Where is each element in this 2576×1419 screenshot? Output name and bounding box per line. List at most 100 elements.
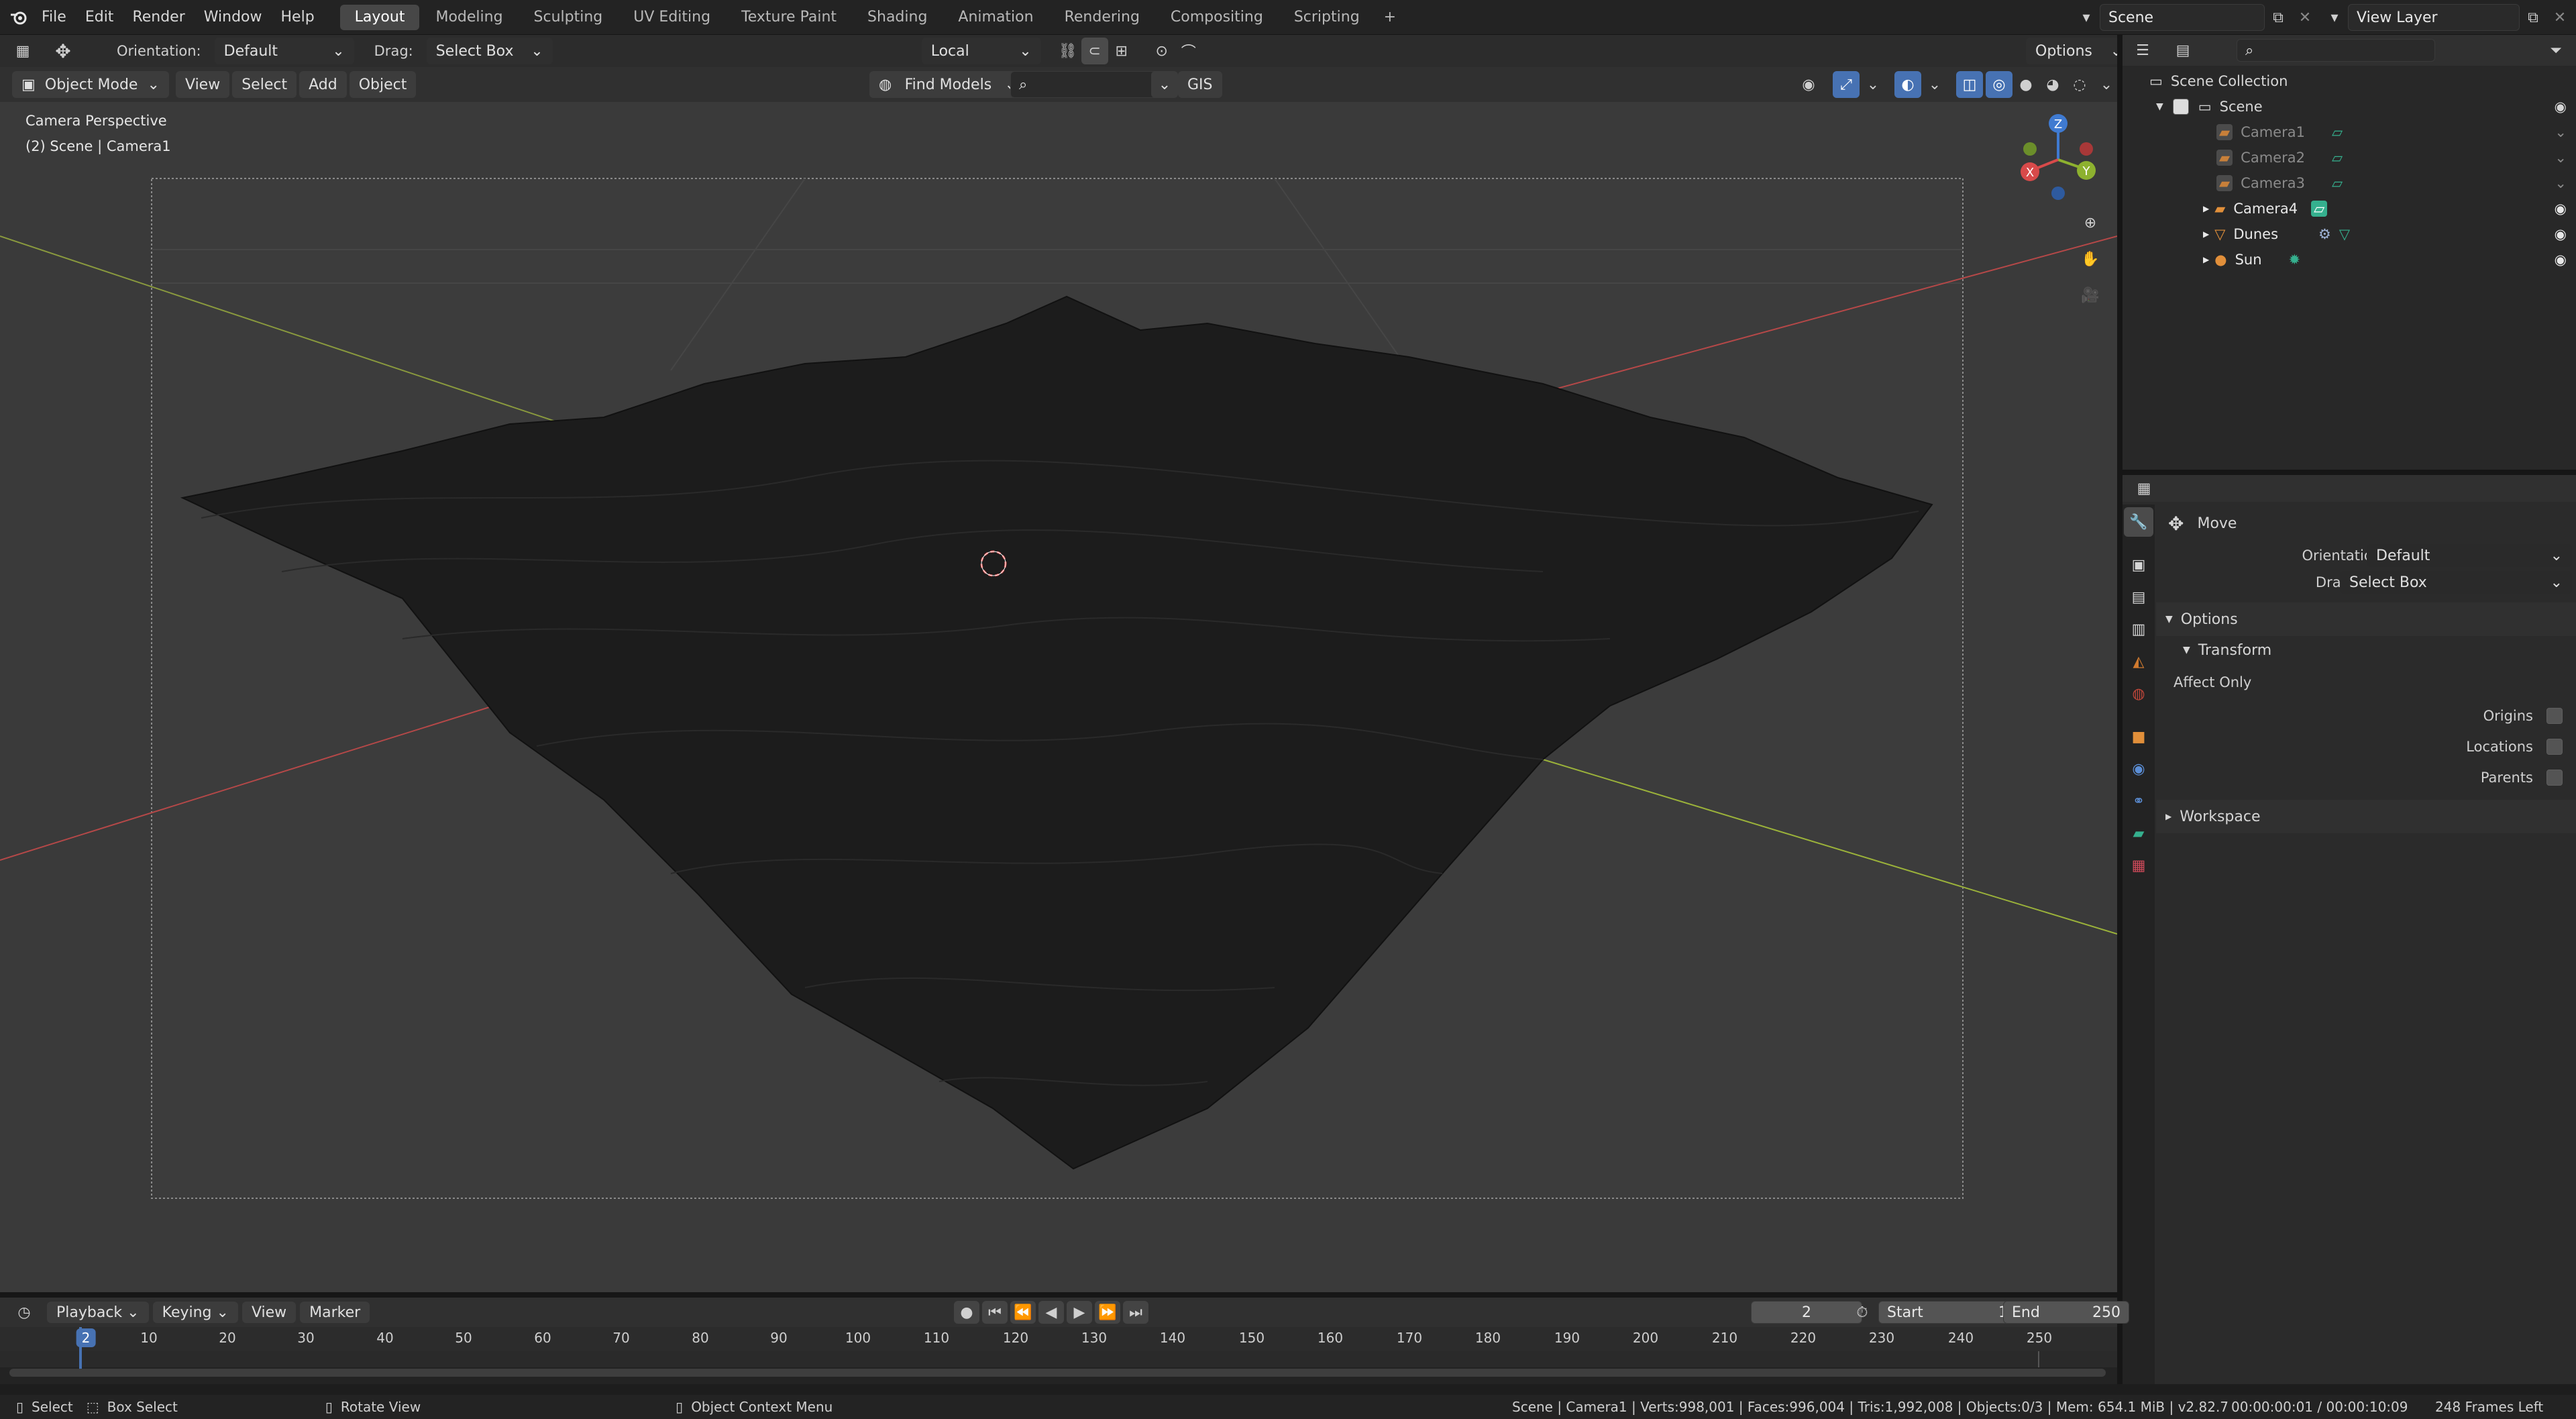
tool-tab-icon[interactable]: 🔧 — [2124, 507, 2153, 537]
orientation-prop-dropdown[interactable]: Default ⌄ — [2367, 544, 2572, 567]
tab-animation[interactable]: Animation — [943, 5, 1048, 30]
camera-data-tab-icon[interactable]: ▰ — [2124, 819, 2153, 848]
view-layer-icon[interactable]: ▾ — [2321, 4, 2348, 31]
neg-x-axis-handle[interactable] — [2080, 142, 2093, 156]
outliner-item-camera3[interactable]: ▰ Camera3 ▱ ⌄ — [2123, 170, 2576, 196]
current-frame-marker[interactable]: 2 — [76, 1328, 96, 1347]
view-layer-field[interactable]: View Layer — [2348, 4, 2520, 31]
properties-editor-icon[interactable]: ▦ — [2131, 475, 2157, 502]
tab-compositing[interactable]: Compositing — [1156, 5, 1278, 30]
blender-logo-icon[interactable] — [5, 4, 32, 31]
eye-icon[interactable]: ◉ — [2555, 252, 2567, 268]
mode-dropdown[interactable]: ▣ Object Mode ⌄ — [12, 71, 169, 98]
timeline-scrollbar[interactable] — [9, 1369, 2106, 1377]
outliner-scene-row[interactable]: ▼ ▭ Scene ◉ — [2123, 94, 2576, 119]
outliner-item-camera4[interactable]: ▶ ▰ Camera4 ▱ ◉ — [2123, 196, 2576, 221]
outliner-item-dunes[interactable]: ▶ ▽ Dunes ⚙ ▽ ◉ — [2123, 221, 2576, 247]
outliner-item-sun[interactable]: ▶ ● Sun ✹ ◉ — [2123, 247, 2576, 272]
expand-arrow-icon[interactable]: ▶ — [2203, 255, 2209, 264]
find-models-dropdown[interactable]: ◍Find Models⌄ — [869, 71, 1026, 98]
area-divider[interactable] — [2117, 35, 2123, 1384]
outliner-scene-collection[interactable]: ▭ Scene Collection — [2123, 68, 2576, 94]
eye-icon[interactable]: ◉ — [2555, 201, 2567, 217]
tab-rendering[interactable]: Rendering — [1050, 5, 1155, 30]
new-view-layer-icon[interactable]: ⧉ — [2520, 4, 2546, 31]
end-frame-field[interactable]: End 250 — [2003, 1301, 2129, 1324]
neg-y-axis-handle[interactable] — [2023, 142, 2037, 156]
physics-tab-icon[interactable]: ◉ — [2124, 754, 2153, 784]
options-panel-header[interactable]: ▼ Options — [2156, 602, 2576, 636]
scene-name-field[interactable]: Scene — [2100, 4, 2265, 31]
eye-icon[interactable]: ◉ — [2555, 226, 2567, 242]
locations-checkbox[interactable] — [2546, 739, 2563, 755]
gizmo-options-icon[interactable]: ⌄ — [1860, 71, 1886, 98]
expand-arrow-icon[interactable]: ▶ — [2203, 204, 2209, 213]
drag-prop-dropdown[interactable]: Select Box ⌄ — [2340, 571, 2572, 594]
marker-menu[interactable]: Marker — [300, 1302, 370, 1323]
play-reverse-icon[interactable]: ◀ — [1038, 1301, 1064, 1324]
start-frame-field[interactable]: Start1 — [1878, 1301, 2017, 1324]
zoom-icon[interactable]: ⊕ — [2077, 209, 2104, 236]
select-menu[interactable]: Select — [232, 71, 297, 98]
delete-view-layer-icon[interactable]: ✕ — [2546, 4, 2573, 31]
pan-hand-icon[interactable]: ✋ — [2077, 246, 2104, 272]
outliner-item-camera2[interactable]: ▰ Camera2 ▱ ⌄ — [2123, 145, 2576, 170]
falloff-icon[interactable]: ⌒ — [1175, 38, 1202, 64]
menu-render[interactable]: Render — [123, 0, 194, 35]
pivot-dropdown[interactable]: Local ⌄ — [921, 38, 1041, 64]
parents-checkbox[interactable] — [2546, 770, 2563, 786]
proportional-edit-icon[interactable]: ⊙ — [1148, 38, 1175, 64]
gizmo-toggle-icon[interactable]: ⤢ — [1833, 71, 1860, 98]
options-dropdown[interactable]: Options ⌄ — [2026, 38, 2132, 64]
scene-icon[interactable]: ▾ — [2073, 4, 2100, 31]
overlay-toggle-icon[interactable]: ◐ — [1894, 71, 1921, 98]
wireframe-shading-icon[interactable]: ◎ — [1986, 71, 2012, 98]
tab-scripting[interactable]: Scripting — [1279, 5, 1375, 30]
timeline-view-menu[interactable]: View — [241, 1302, 297, 1323]
origins-checkbox[interactable] — [2546, 708, 2563, 724]
overlay-options-icon[interactable]: ⌄ — [1921, 71, 1948, 98]
rendered-shading-icon[interactable]: ◌ — [2066, 71, 2093, 98]
next-keyframe-icon[interactable]: ⏩ — [1095, 1301, 1120, 1324]
search-options-button[interactable]: ⌄ — [1151, 71, 1178, 98]
transform-subpanel-header[interactable]: ▼ Transform — [2156, 636, 2576, 664]
record-icon[interactable]: ● — [954, 1301, 979, 1324]
timeline-editor-icon[interactable]: ◷ — [11, 1299, 38, 1326]
menu-help[interactable]: Help — [272, 0, 324, 35]
expand-triangle-icon[interactable]: ▼ — [2156, 101, 2163, 112]
drag-dropdown[interactable]: Select Box ⌄ — [426, 38, 553, 64]
add-menu[interactable]: Add — [299, 71, 347, 98]
navigation-gizmo[interactable]: Z Y X — [2012, 111, 2106, 205]
object-tab-icon[interactable]: ■ — [2124, 722, 2153, 751]
playback-menu[interactable]: Playback ⌄ — [47, 1302, 149, 1323]
tab-uv-editing[interactable]: UV Editing — [619, 5, 725, 30]
xray-icon[interactable]: ◫ — [1956, 71, 1983, 98]
keying-menu[interactable]: Keying ⌄ — [152, 1302, 238, 1323]
camera-view-icon[interactable]: 🎥 — [2077, 282, 2104, 309]
jump-end-icon[interactable]: ⏭ — [1123, 1301, 1148, 1324]
outliner-editor-icon[interactable]: ☰ — [2129, 37, 2156, 64]
tab-sculpting[interactable]: Sculpting — [519, 5, 618, 30]
snap-icon[interactable]: ⛓ — [1055, 38, 1081, 64]
hide-toggle-icon[interactable]: ⌄ — [2555, 175, 2567, 191]
menu-window[interactable]: Window — [195, 0, 272, 35]
outliner-properties-divider[interactable] — [2123, 470, 2576, 475]
render-tab-icon[interactable]: ▣ — [2124, 550, 2153, 580]
filter-icon[interactable]: ⏷ — [2542, 37, 2569, 64]
menu-edit[interactable]: Edit — [76, 0, 123, 35]
current-frame-field[interactable]: 2 — [1751, 1301, 1862, 1324]
solid-shading-icon[interactable]: ● — [2012, 71, 2039, 98]
delete-scene-icon[interactable]: ✕ — [2292, 4, 2318, 31]
workspace-panel-header[interactable]: ▶ Workspace — [2156, 800, 2576, 833]
3d-viewport[interactable]: Camera Perspective (2) Scene | Camera1 Z… — [0, 102, 2117, 1292]
timeline-divider[interactable] — [0, 1292, 2117, 1298]
snap-target-icon[interactable]: ⊞ — [1108, 38, 1135, 64]
hide-toggle-icon[interactable]: ⌄ — [2555, 124, 2567, 140]
tab-layout[interactable]: Layout — [339, 4, 420, 30]
hide-toggle-icon[interactable]: ⌄ — [2555, 150, 2567, 166]
outliner-item-camera1[interactable]: ▰ Camera1 ▱ ⌄ — [2123, 119, 2576, 145]
eye-icon[interactable]: ◉ — [2555, 99, 2567, 115]
move-tool-icon[interactable]: ✥ — [50, 38, 76, 64]
visibility-icon[interactable]: ◉ — [1795, 71, 1822, 98]
play-icon[interactable]: ▶ — [1067, 1301, 1092, 1324]
